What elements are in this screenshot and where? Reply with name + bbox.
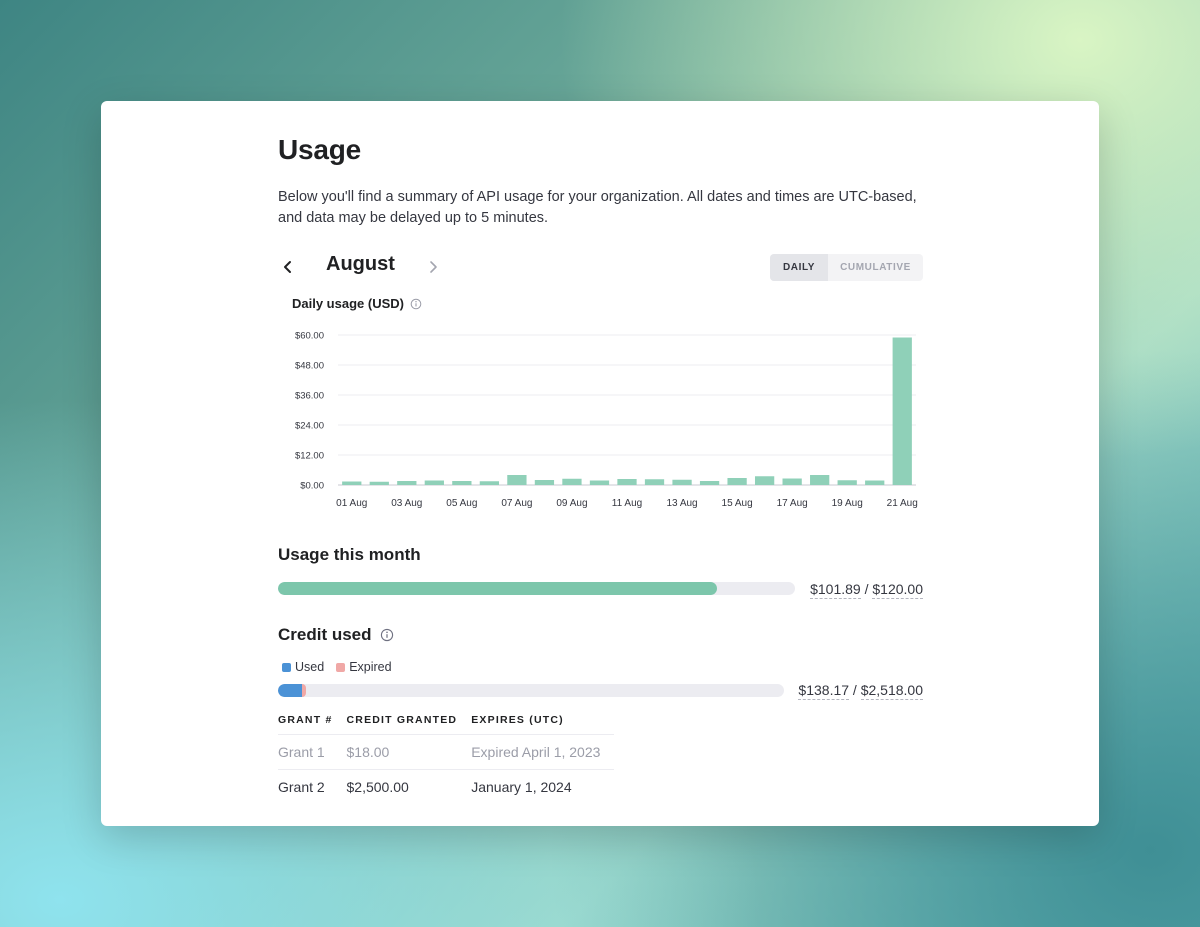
- info-icon[interactable]: [410, 298, 422, 310]
- y-tick-label: $12.00: [295, 451, 324, 462]
- legend-expired: Expired: [336, 660, 392, 674]
- chart-bar: [837, 480, 857, 485]
- header-grant-number: GRANT #: [278, 714, 347, 735]
- month-navigation: August DAILY CUMULATIVE: [278, 253, 923, 281]
- header-credit-granted: CREDIT GRANTED: [346, 714, 472, 735]
- x-tick-label: 13 Aug: [666, 498, 697, 509]
- next-month-button[interactable]: [422, 256, 444, 278]
- chart-bar: [589, 480, 610, 485]
- grant-number: Grant 1: [278, 734, 347, 770]
- credit-separator: /: [852, 682, 857, 698]
- usage-month-progress-track: [278, 582, 795, 595]
- grant-amount: $2,500.00: [346, 779, 409, 796]
- used-swatch: [282, 662, 291, 672]
- credit-used-title-text: Credit used: [278, 625, 372, 644]
- x-tick-label: 01 Aug: [336, 498, 367, 509]
- usage-month-progress-fill: [278, 582, 717, 595]
- grant-expiry: January 1, 2024: [471, 779, 572, 796]
- credit-amount: $138.17 / $2,518.00: [798, 682, 923, 700]
- usage-month-limit[interactable]: $120.00: [872, 581, 923, 599]
- page-description: Below you'll find a summary of API usage…: [278, 189, 917, 226]
- usage-month-amount: $101.89 / $120.00: [810, 581, 923, 599]
- x-tick-label: 19 Aug: [832, 498, 863, 509]
- grants-table-header: GRANT # CREDIT GRANTED EXPIRES (UTC): [278, 714, 615, 735]
- chart-bar: [699, 481, 720, 485]
- chart-bar: [479, 481, 500, 485]
- y-tick-label: $0.00: [300, 481, 324, 492]
- chart-bar: [452, 481, 472, 485]
- chart-title-text: Daily usage (USD): [292, 296, 404, 311]
- credit-used-title: Credit used: [278, 625, 394, 645]
- chart-bar: [424, 480, 444, 485]
- chart-bar: [727, 478, 747, 485]
- usage-month-title-text: Usage this month: [278, 545, 421, 564]
- credit-expired-fill: [302, 684, 306, 697]
- y-tick-label: $48.00: [295, 361, 324, 372]
- table-row: Grant 2 $2,500.00 January 1, 2024: [278, 770, 614, 805]
- x-tick-label: 07 Aug: [501, 498, 532, 509]
- chart-bar: [617, 479, 637, 485]
- grant-amount: $18.00: [346, 734, 472, 770]
- y-tick-label: $24.00: [295, 421, 324, 432]
- chevron-left-icon: [284, 261, 291, 273]
- usage-month-title: Usage this month: [278, 545, 421, 565]
- previous-month-button[interactable]: [277, 256, 299, 278]
- info-icon[interactable]: [380, 628, 394, 642]
- chart-bar: [782, 478, 802, 485]
- credit-used-total[interactable]: $138.17: [798, 682, 850, 700]
- chart-bar: [507, 475, 527, 485]
- table-row: Grant 1 $18.00 Expired April 1, 2023: [278, 734, 615, 770]
- y-tick-label: $36.00: [295, 391, 324, 402]
- usage-month-separator: /: [864, 581, 869, 597]
- current-month: August: [326, 253, 395, 275]
- chart-bar: [562, 478, 582, 485]
- chart-bar: [672, 479, 692, 485]
- page-title: Usage: [278, 134, 362, 165]
- chart-title: Daily usage (USD): [292, 296, 422, 311]
- grants-table: GRANT # CREDIT GRANTED EXPIRES (UTC) Gra…: [278, 714, 615, 805]
- daily-toggle-button[interactable]: DAILY: [770, 254, 828, 281]
- header-expires: EXPIRES (UTC): [471, 714, 615, 735]
- x-tick-label: 21 Aug: [887, 498, 918, 509]
- chart-bar: [865, 480, 885, 485]
- chart-bar: [534, 480, 555, 485]
- chart-bar: [754, 476, 775, 485]
- view-toggle: DAILY CUMULATIVE: [770, 254, 923, 281]
- x-tick-label: 05 Aug: [446, 498, 477, 509]
- x-tick-label: 17 Aug: [777, 498, 808, 509]
- chart-bar: [892, 337, 912, 485]
- grant-expiry: Expired April 1, 2023: [471, 734, 615, 770]
- credit-legend: Used Expired: [282, 660, 392, 674]
- credit-progress-track: [278, 684, 784, 697]
- credit-granted-total[interactable]: $2,518.00: [860, 682, 923, 700]
- x-tick-label: 15 Aug: [722, 498, 753, 509]
- legend-expired-label: Expired: [349, 660, 392, 674]
- usage-card: Usage Below you'll find a summary of API…: [101, 101, 1099, 826]
- usage-month-used[interactable]: $101.89: [810, 581, 861, 599]
- daily-usage-chart: $0.00 $12.00 $24.00 $36.00 $48.00 $60.00 01 Au…: [295, 331, 918, 510]
- chart-bar: [397, 481, 417, 485]
- chart-bar: [644, 479, 665, 485]
- legend-used-label: Used: [295, 660, 325, 674]
- chevron-right-icon: [430, 261, 437, 273]
- y-tick-label: $60.00: [295, 331, 324, 342]
- chart-bar: [369, 481, 389, 485]
- credit-used-fill: [278, 684, 303, 697]
- chart-bar: [810, 475, 830, 485]
- x-tick-label: 11 Aug: [612, 498, 642, 509]
- x-tick-label: 09 Aug: [556, 498, 587, 509]
- cumulative-toggle-button[interactable]: CUMULATIVE: [828, 254, 923, 281]
- expired-swatch: [336, 662, 346, 672]
- x-tick-label: 03 Aug: [391, 498, 422, 509]
- grant-number: Grant 2: [278, 779, 325, 796]
- chart-bar: [342, 481, 362, 485]
- legend-used: Used: [282, 660, 324, 674]
